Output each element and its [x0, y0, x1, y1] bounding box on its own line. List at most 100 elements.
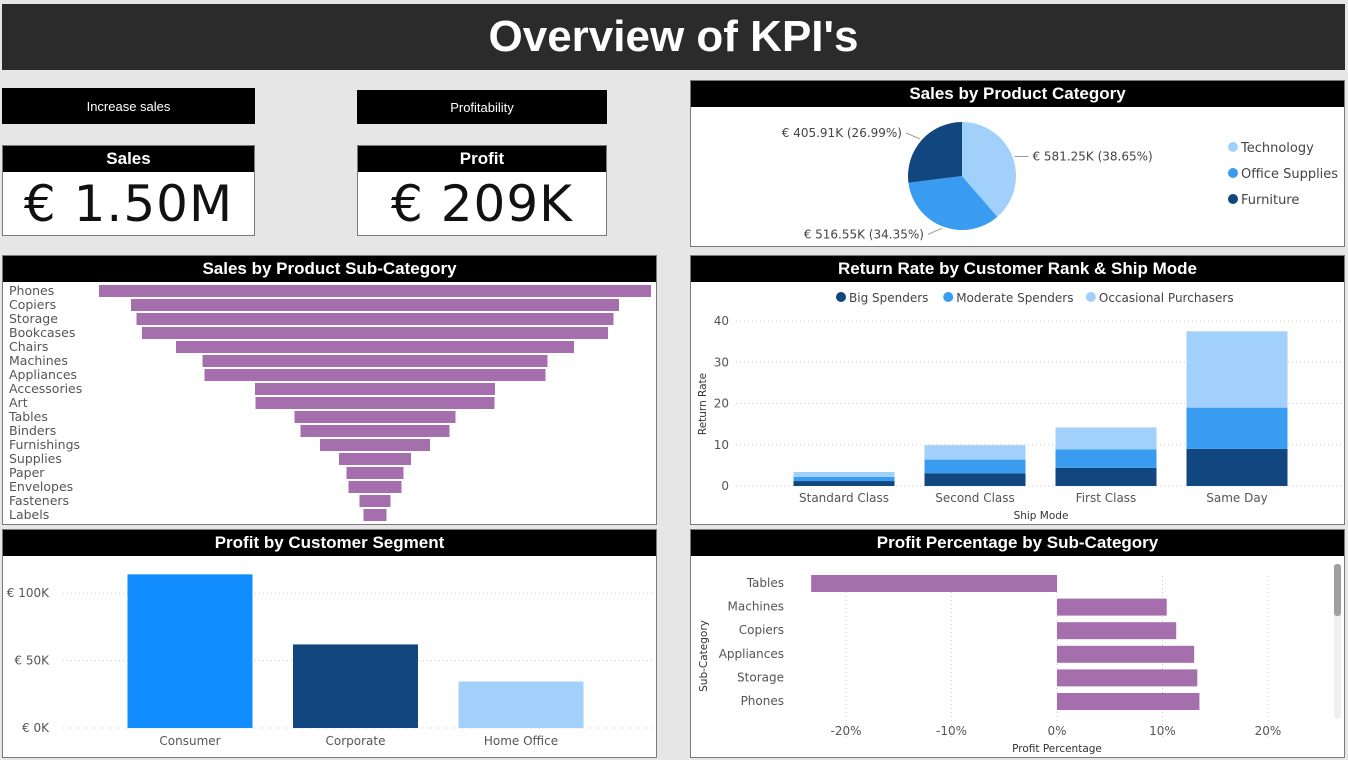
bar: [1057, 622, 1177, 640]
funnel-category-label: Storage: [9, 311, 58, 326]
bar: [1057, 598, 1167, 616]
legend-label: Technology: [1240, 141, 1314, 156]
pie-leader-line: [905, 132, 921, 140]
page-title: Overview of KPI's: [2, 4, 1345, 70]
funnel-category-label: Furnishings: [9, 437, 80, 452]
funnel-category-label: Copiers: [9, 297, 56, 312]
funnel-category-label: Envelopes: [9, 479, 73, 494]
y-axis-label: Sub-Category: [698, 620, 710, 692]
x-tick-label: Second Class: [935, 491, 1015, 505]
stacked-bar-segment: [924, 445, 1026, 460]
stacked-bar-segment: [793, 471, 895, 477]
pie-data-label: € 405.91K (26.99%): [782, 126, 902, 140]
stacked-bar-segment: [1186, 407, 1288, 449]
chart-title: Sales by Product Sub-Category: [3, 256, 656, 282]
y-tick-label: Phones: [741, 694, 784, 708]
funnel-bar: [346, 467, 404, 479]
legend-marker: [1228, 194, 1238, 204]
y-tick-label: € 0K: [22, 721, 50, 735]
funnel-bar: [300, 425, 450, 437]
chart-title: Return Rate by Customer Rank & Ship Mode: [691, 256, 1344, 282]
profit-kpi-card: Profit € 209K: [357, 145, 607, 236]
sales-kpi-card: Sales € 1.50M: [2, 145, 255, 236]
chart-title: Profit by Customer Segment: [3, 530, 656, 556]
funnel-bar: [363, 509, 387, 521]
profit-segment-card[interactable]: Profit by Customer Segment € 0K € 50K € 10…: [2, 529, 657, 758]
funnel-bar: [255, 383, 495, 395]
pie-data-label: € 516.55K (34.35%): [804, 227, 924, 241]
category-pie-chart[interactable]: € 581.25K (38.65%) € 516.55K (34.35%) € 40…: [691, 107, 1344, 246]
x-tick-label: -10%: [936, 724, 967, 738]
funnel-category-label: Fasteners: [9, 493, 69, 508]
y-tick-label: 10: [714, 438, 729, 452]
sales-kpi-value: € 1.50M: [23, 175, 234, 233]
y-tick-label: 30: [714, 355, 729, 369]
bar: [293, 644, 418, 728]
stacked-bar-segment: [793, 481, 895, 486]
bar: [127, 574, 253, 728]
funnel-bar: [339, 453, 411, 465]
x-axis-label: Profit Percentage: [1012, 743, 1102, 755]
funnel-category-label: Supplies: [9, 451, 62, 466]
bar: [1057, 693, 1200, 710]
stacked-bar-segment: [924, 459, 1026, 474]
legend-label: Occasional Purchasers: [1099, 291, 1234, 305]
sales-kpi-label: Sales: [3, 146, 254, 172]
funnel-bar: [320, 439, 430, 451]
x-axis-label: Ship Mode: [1014, 510, 1069, 522]
profit-kpi-value: € 209K: [391, 175, 573, 233]
scrollbar-thumb[interactable]: [1334, 564, 1341, 616]
legend-marker: [1085, 292, 1096, 302]
return-rate-chart[interactable]: Big Spenders Moderate Spenders Occasional …: [691, 282, 1344, 524]
funnel-bar: [348, 481, 402, 493]
funnel-category-label: Machines: [9, 353, 68, 368]
legend-label: Office Supplies: [1241, 167, 1338, 182]
x-tick-label: 10%: [1149, 724, 1176, 738]
funnel-category-label: Appliances: [9, 367, 77, 382]
y-tick-label: 40: [714, 314, 729, 328]
legend-label: Furniture: [1241, 193, 1299, 208]
funnel-category-label: Labels: [9, 507, 49, 522]
scrollbar-track[interactable]: [1334, 564, 1341, 719]
funnel-category-label: Chairs: [9, 339, 48, 354]
x-tick-label: 0%: [1047, 724, 1066, 738]
bar: [458, 681, 584, 728]
bar: [1057, 645, 1195, 663]
funnel-bar: [204, 369, 546, 381]
subcategory-funnel-chart[interactable]: PhonesCopiersStorageBookcasesChairsMachi…: [3, 282, 656, 524]
stacked-bar-segment: [1055, 449, 1157, 468]
chart-title: Sales by Product Category: [691, 81, 1344, 107]
x-tick-label: Corporate: [326, 734, 386, 748]
profit-segment-chart[interactable]: € 0K € 50K € 100K Consumer Corporate Home Off…: [3, 556, 656, 757]
y-tick-label: € 50K: [14, 654, 50, 668]
return-rate-card[interactable]: Return Rate by Customer Rank & Ship Mode…: [690, 255, 1345, 525]
stacked-bar-segment: [1186, 331, 1288, 408]
funnel-category-label: Paper: [9, 465, 45, 480]
funnel-category-label: Phones: [9, 283, 54, 298]
chart-title: Profit Percentage by Sub-Category: [691, 530, 1344, 556]
profit-pct-card[interactable]: Profit Percentage by Sub-Category -20% -1…: [690, 529, 1345, 758]
funnel-category-label: Bookcases: [9, 325, 75, 340]
x-tick-label: Home Office: [484, 734, 558, 748]
category-pie-card[interactable]: Sales by Product Category € 581.25K (38.…: [690, 80, 1345, 247]
x-tick-label: First Class: [1076, 491, 1137, 505]
bar: [811, 575, 1057, 592]
profitability-button[interactable]: Profitability: [357, 90, 607, 124]
stacked-bar-segment: [793, 476, 895, 482]
x-tick-label: -20%: [830, 724, 861, 738]
funnel-category-label: Tables: [8, 409, 48, 424]
x-tick-label: Consumer: [159, 734, 220, 748]
y-tick-label: Tables: [746, 576, 784, 590]
legend-label: Moderate Spenders: [956, 291, 1073, 305]
pie-leader-line: [927, 227, 943, 235]
legend-label: Big Spenders: [849, 291, 928, 305]
subcategory-funnel-card[interactable]: Sales by Product Sub-Category Phones Copi…: [2, 255, 657, 525]
bar: [1057, 669, 1198, 687]
profit-pct-chart[interactable]: -20% -10% 0% 10% 20% Tables Machines Copiers App…: [691, 556, 1344, 757]
y-axis-label: Return Rate: [697, 373, 709, 435]
pie-data-label: € 581.25K (38.65%): [1032, 149, 1152, 163]
funnel-bar: [131, 299, 619, 311]
legend-marker: [1228, 168, 1238, 178]
y-tick-label: Copiers: [739, 623, 784, 637]
increase-sales-button[interactable]: Increase sales: [2, 88, 255, 124]
